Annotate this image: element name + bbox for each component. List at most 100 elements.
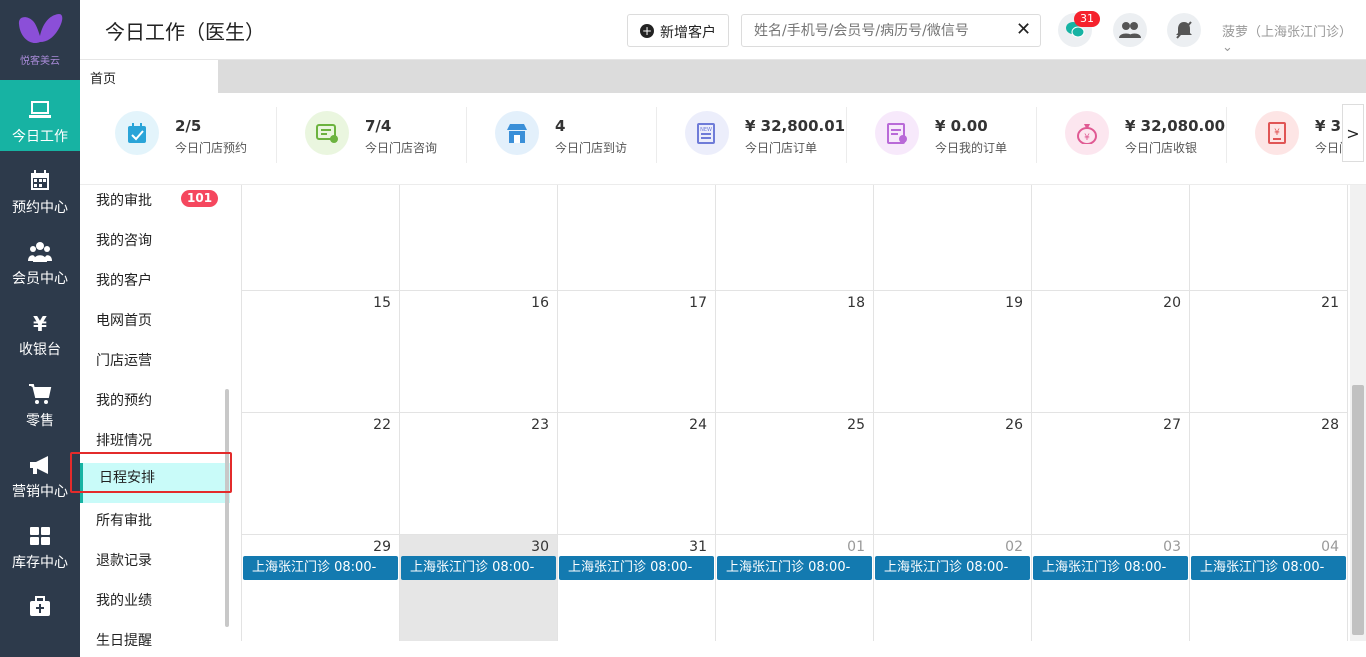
menu-item[interactable]: 我的客户: [80, 266, 230, 306]
search-input[interactable]: [741, 14, 1041, 47]
schedule-event[interactable]: 上海张江门诊 08:00-: [875, 556, 1030, 580]
svg-text:¥: ¥: [1274, 128, 1280, 138]
message-count-badge: 31: [1074, 11, 1100, 27]
nav-item-cart[interactable]: 零售: [0, 364, 80, 435]
clear-search-icon[interactable]: ✕: [1016, 20, 1032, 40]
calendar-day-cell[interactable]: 18: [716, 291, 874, 413]
calendar-day-cell[interactable]: 28: [1190, 413, 1348, 535]
stat-card[interactable]: 7/4 今日门店咨询: [280, 103, 467, 169]
calendar-day-cell[interactable]: 20: [1032, 291, 1190, 413]
tab-home[interactable]: 首页: [80, 60, 218, 93]
current-user-menu[interactable]: 菠萝（上海张江门诊） ⌄: [1222, 21, 1366, 55]
schedule-event[interactable]: 上海张江门诊 08:00-: [1033, 556, 1188, 580]
menu-item[interactable]: 电网首页: [80, 306, 230, 346]
tab-bar: 首页: [80, 60, 1366, 93]
calendar-day-number: 04: [1321, 539, 1339, 555]
stat-value: 4: [555, 117, 566, 135]
calendar-day-cell[interactable]: 26: [874, 413, 1032, 535]
mute-notifications-button[interactable]: [1167, 13, 1201, 47]
stat-card[interactable]: 2/5 今日门店预约: [90, 103, 277, 169]
stat-divider: [466, 107, 467, 163]
medkit-icon: [30, 596, 50, 616]
menu-item[interactable]: 我的咨询: [80, 226, 230, 266]
calendar-day-number: 18: [847, 295, 865, 311]
calendar-day-cell[interactable]: 12: [874, 185, 1032, 291]
nav-item-grid[interactable]: 库存中心: [0, 506, 80, 577]
menu-item[interactable]: 我的预约: [80, 386, 230, 426]
calendar-day-cell[interactable]: 21: [1190, 291, 1348, 413]
my-order-icon: [887, 123, 907, 144]
calendar-scrollbar[interactable]: [1350, 185, 1366, 641]
schedule-event[interactable]: 上海张江门诊 08:00-: [559, 556, 714, 580]
nav-item-megaphone[interactable]: 营销中心: [0, 435, 80, 506]
calendar-day-cell[interactable]: 16: [400, 291, 558, 413]
calendar-day-cell[interactable]: 23: [400, 413, 558, 535]
stat-icon-circle: ¥: [1065, 111, 1109, 155]
add-customer-button[interactable]: + 新增客户: [627, 14, 729, 47]
stat-card[interactable]: 4 今日门店到访: [470, 103, 657, 169]
calendar-day-cell[interactable]: 19: [874, 291, 1032, 413]
team-button[interactable]: [1113, 13, 1147, 47]
stat-card[interactable]: ¥ ¥ 32,080.00 今日门店收银: [1040, 103, 1227, 169]
menu-item[interactable]: 退款记录: [80, 546, 230, 586]
menu-item[interactable]: 我的审批 101: [80, 186, 230, 226]
calendar-day-cell[interactable]: 24: [558, 413, 716, 535]
schedule-event[interactable]: 上海张江门诊 08:00-: [401, 556, 556, 580]
logo-text: 悦客美云: [20, 56, 60, 67]
stat-value: ¥ 0.00: [935, 117, 988, 135]
calendar-day-cell[interactable]: 04 上海张江门诊 08:00-: [1190, 535, 1348, 641]
schedule-event[interactable]: 上海张江门诊 08:00-: [1191, 556, 1346, 580]
nav-item-users[interactable]: 会员中心: [0, 222, 80, 293]
stats-next-arrow[interactable]: >: [1342, 104, 1364, 162]
calendar-day-cell[interactable]: 10: [558, 185, 716, 291]
calendar-day-number: 25: [847, 417, 865, 433]
menu-item[interactable]: 生日提醒: [80, 626, 230, 657]
calendar-day-cell[interactable]: 17: [558, 291, 716, 413]
main-sidebar: 悦客美云 今日工作 预约中心会员中心 ¥ 收银台零售 营销中心 库存中心: [0, 0, 80, 657]
nav-item-label: 收银台: [19, 342, 61, 358]
calendar-day-cell[interactable]: 01 上海张江门诊 08:00-: [716, 535, 874, 641]
stat-card[interactable]: NEW ¥ 32,800.01 今日门店订单: [660, 103, 847, 169]
stat-card[interactable]: ¥ 0.00 今日我的订单: [850, 103, 1037, 169]
calendar-day-number: 08: [373, 185, 391, 189]
calendar-day-cell[interactable]: 30 上海张江门诊 08:00-: [400, 535, 558, 641]
calendar-day-cell[interactable]: 27: [1032, 413, 1190, 535]
calendar-day-number: 26: [1005, 417, 1023, 433]
nav-item-label: 会员中心: [12, 271, 68, 287]
stat-divider: [276, 107, 277, 163]
stat-value: ¥ 32,800.01: [745, 117, 846, 135]
calendar-day-cell[interactable]: 14: [1190, 185, 1348, 291]
today-stats-bar: 2/5 今日门店预约 7/4 今日门店咨询 4 今日门店到访 NEW ¥ 32,800.01 今…: [80, 93, 1366, 185]
stat-icon-circle: [305, 111, 349, 155]
nav-item-calendar[interactable]: 预约中心: [0, 151, 80, 222]
calendar-day-cell[interactable]: 13: [1032, 185, 1190, 291]
nav-item-yen[interactable]: ¥ 收银台: [0, 293, 80, 364]
schedule-event[interactable]: 上海张江门诊 08:00-: [717, 556, 872, 580]
nav-item-medkit[interactable]: [0, 577, 80, 648]
schedule-event[interactable]: 上海张江门诊 08:00-: [243, 556, 398, 580]
menu-scrollbar[interactable]: [225, 389, 229, 627]
calendar-scrollbar-thumb[interactable]: [1352, 385, 1364, 635]
calendar-day-cell[interactable]: 08: [242, 185, 400, 291]
calendar-day-number: 15: [373, 295, 391, 311]
calendar-day-cell[interactable]: 25: [716, 413, 874, 535]
menu-item[interactable]: 我的业绩: [80, 586, 230, 626]
menu-item[interactable]: 所有审批: [80, 506, 230, 546]
calendar-day-cell[interactable]: 22: [242, 413, 400, 535]
cart-icon: [29, 384, 52, 404]
nav-item-laptop[interactable]: 今日工作: [0, 80, 80, 151]
menu-item[interactable]: 门店运营: [80, 346, 230, 386]
calendar-day-cell[interactable]: 29 上海张江门诊 08:00-: [242, 535, 400, 641]
calendar-day-cell[interactable]: 31 上海张江门诊 08:00-: [558, 535, 716, 641]
stat-icon-circle: NEW: [685, 111, 729, 155]
brand-logo[interactable]: 悦客美云: [0, 0, 80, 80]
calendar-day-cell[interactable]: 11: [716, 185, 874, 291]
calendar-day-number: 11: [847, 185, 865, 189]
calendar-day-cell[interactable]: 09: [400, 185, 558, 291]
calendar-day-cell[interactable]: 15: [242, 291, 400, 413]
approval-count-badge: 101: [181, 190, 219, 207]
yen-icon: ¥: [33, 312, 47, 335]
calendar-day-cell[interactable]: 02 上海张江门诊 08:00-: [874, 535, 1032, 641]
calendar-day-cell[interactable]: 03 上海张江门诊 08:00-: [1032, 535, 1190, 641]
stat-divider: [1226, 107, 1227, 163]
